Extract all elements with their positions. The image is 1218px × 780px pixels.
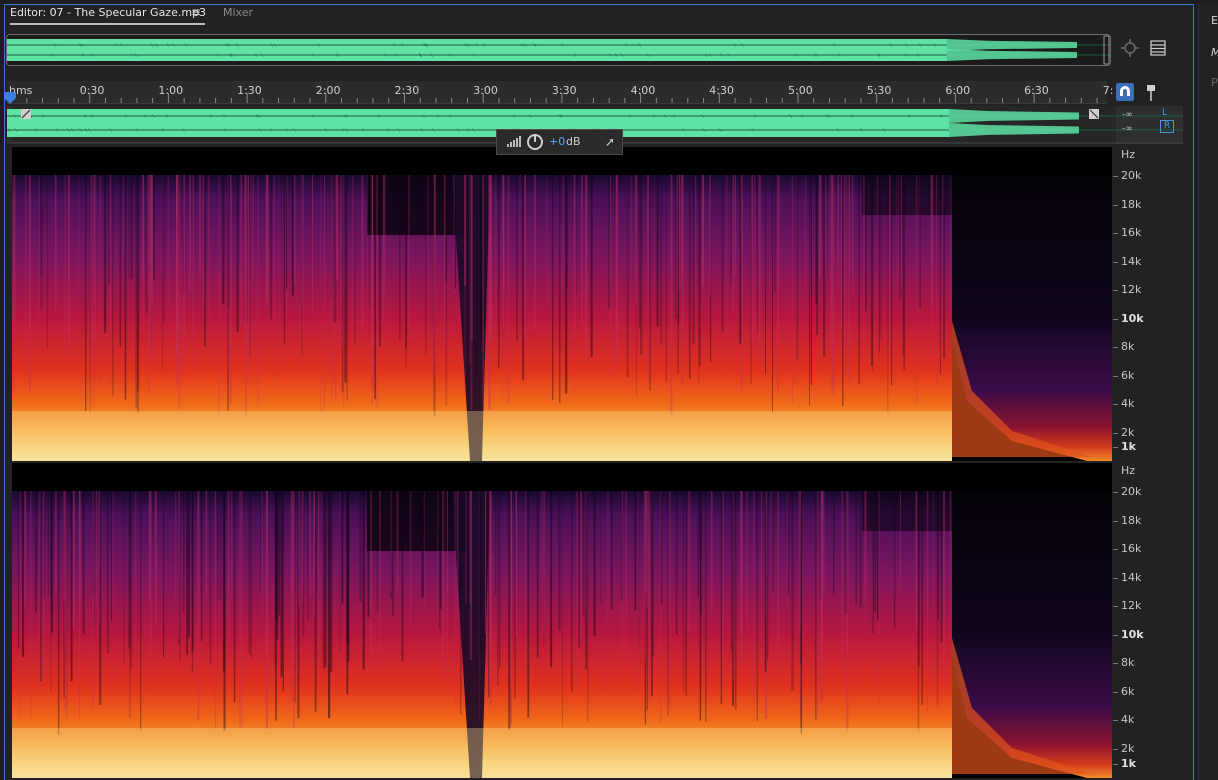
volume-unit: dB [566, 135, 581, 148]
playhead-icon[interactable] [3, 91, 17, 105]
ruler-tick-label: 5:30 [866, 84, 892, 97]
side-panel: E M P [1198, 4, 1218, 780]
right-channel-level: -∞ [1122, 124, 1133, 134]
frequency-tick-label: 14k [1121, 570, 1142, 584]
frequency-tick [1113, 318, 1118, 320]
frequency-tick [1113, 375, 1118, 377]
frequency-tick [1113, 176, 1118, 177]
panel-menu-icon[interactable] [1150, 40, 1166, 56]
right-channel-toggle[interactable]: R [1160, 120, 1174, 133]
level-meter-icon [507, 136, 521, 147]
frequency-tick-label: 20k [1121, 169, 1142, 182]
frequency-tick-label: 16k [1121, 542, 1142, 556]
frequency-unit-label: Hz [1121, 464, 1136, 477]
frequency-tick [1113, 634, 1118, 636]
ruler-tick-label: 3:00 [473, 84, 498, 97]
frequency-tick [1113, 764, 1118, 765]
side-panel-label-2: M [1211, 46, 1218, 59]
marker-pin-icon[interactable] [1144, 84, 1158, 102]
frequency-tick-label: 12k [1121, 283, 1142, 297]
frequency-tick-label: 10k [1121, 627, 1144, 641]
frequency-tick-label: 10k [1121, 311, 1144, 325]
frequency-tick [1113, 663, 1118, 665]
volume-value[interactable]: +0 [549, 135, 565, 148]
frequency-tick [1113, 520, 1118, 522]
frequency-scale-bottom: Hz 20k 18k 16k 14k 12k 10k 8k 6k 4k 2k 1k [1113, 463, 1187, 778]
spectrogram-left-render [12, 175, 1112, 461]
spectrogram-right-channel[interactable] [12, 463, 1112, 778]
ruler-tick-label: 1:00 [158, 84, 184, 97]
frequency-tick-label: 16k [1121, 226, 1142, 240]
left-channel-level: -∞ [1122, 110, 1133, 120]
frequency-tick [1113, 290, 1118, 292]
frequency-tick [1113, 233, 1118, 235]
volume-hud[interactable]: +0 dB ➚ [496, 129, 623, 155]
tab-editor[interactable]: Editor: 07 - The Specular Gaze.mp3 [10, 6, 206, 19]
ruler-tick-label: 5:00 [788, 84, 813, 97]
ruler-tick-label: 4:30 [709, 84, 734, 97]
pin-hud-icon[interactable]: ➚ [605, 135, 615, 149]
spectrogram-right-render [12, 491, 1112, 778]
frequency-tick [1113, 433, 1118, 434]
overview-waveform [7, 35, 1110, 65]
frequency-scale-top: Hz 20k 18k 16k 14k 12k 10k 8k 6k 4k 2k 1k [1113, 147, 1187, 461]
tab-mixer[interactable]: Mixer [223, 6, 253, 19]
spectrogram-left-channel[interactable] [12, 147, 1112, 461]
snapping-toggle-button[interactable] [1116, 83, 1134, 101]
volume-knob-icon[interactable] [527, 134, 543, 150]
zoom-to-selection-icon[interactable] [1120, 38, 1140, 58]
ruler-tick-label: 2:30 [394, 84, 420, 97]
ruler-tick-label: 0:30 [79, 84, 105, 97]
frequency-tick-label: 1k [1121, 440, 1136, 453]
frequency-tick [1113, 404, 1118, 406]
ruler-tick-label: 4:00 [630, 84, 656, 97]
frequency-tick [1113, 749, 1118, 750]
left-channel-toggle[interactable]: L [1162, 108, 1167, 118]
waveform-overview[interactable] [6, 34, 1111, 66]
ruler-tick-label: 6:00 [945, 84, 971, 97]
frequency-tick [1113, 447, 1118, 448]
frequency-tick [1113, 606, 1118, 608]
frequency-tick [1113, 577, 1118, 579]
side-panel-label-3: P [1211, 76, 1218, 89]
side-panel-label-1: E [1211, 14, 1218, 27]
frequency-tick [1113, 204, 1118, 206]
frequency-tick-label: 12k [1121, 599, 1142, 613]
frequency-tick-label: 1k [1121, 757, 1136, 770]
ruler-tick-label: 7: [1102, 84, 1114, 97]
frequency-tick [1113, 720, 1118, 722]
frequency-tick-label: 20k [1121, 485, 1142, 498]
frequency-tick-label: 8k [1121, 340, 1135, 354]
frequency-tick-label: 18k [1121, 197, 1142, 211]
frequency-tick [1113, 261, 1118, 263]
frequency-tick [1113, 492, 1118, 493]
frequency-unit-label: Hz [1121, 148, 1136, 161]
frequency-tick-label: 8k [1121, 656, 1135, 670]
frequency-tick-label: 2k [1121, 426, 1135, 439]
frequency-tick-label: 4k [1121, 397, 1135, 411]
ruler-tick-label: 3:30 [551, 84, 577, 97]
frequency-tick [1113, 347, 1118, 349]
frequency-tick-label: 14k [1121, 254, 1142, 268]
frequency-tick [1113, 691, 1118, 693]
magnet-icon [1120, 86, 1130, 96]
ruler-tick-label: 6:30 [1024, 84, 1049, 97]
ruler-tick-label: 1:30 [237, 84, 262, 97]
frequency-tick-label: 4k [1121, 713, 1135, 727]
frequency-tick-label: 18k [1121, 513, 1142, 527]
frequency-tick-label: 2k [1121, 742, 1135, 755]
tab-menu-icon[interactable]: ≡ [191, 5, 201, 19]
frequency-tick [1113, 549, 1118, 551]
frequency-tick-label: 6k [1121, 368, 1135, 382]
frequency-tick-label: 6k [1121, 684, 1135, 698]
active-tab-indicator [10, 23, 205, 25]
ruler-tick-label: 2:00 [315, 84, 341, 97]
